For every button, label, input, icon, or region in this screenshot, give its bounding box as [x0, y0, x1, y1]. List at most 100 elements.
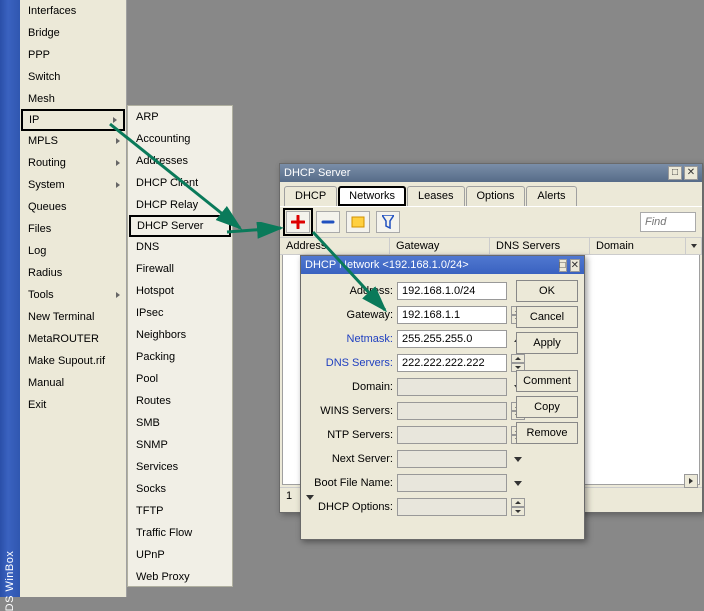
- find-input[interactable]: [641, 216, 695, 228]
- gateway-label: Gateway:: [307, 309, 393, 321]
- menu-item-log[interactable]: Log: [20, 240, 126, 262]
- close-icon[interactable]: ✕: [570, 259, 580, 272]
- submenu-item-neighbors[interactable]: Neighbors: [128, 324, 232, 346]
- dhcp-window-title: DHCP Server: [284, 167, 350, 179]
- cancel-button[interactable]: Cancel: [516, 306, 578, 328]
- dhcp-network-window: DHCP Network <192.168.1.0/24> □ ✕ Addres…: [300, 255, 585, 540]
- next-expand-icon[interactable]: [511, 450, 525, 468]
- minimize-icon[interactable]: □: [668, 166, 682, 180]
- submenu-item-arp[interactable]: ARP: [128, 106, 232, 128]
- next-label: Next Server:: [307, 453, 393, 465]
- apply-button[interactable]: Apply: [516, 332, 578, 354]
- main-menu: InterfacesBridgePPPSwitchMeshIPMPLSRouti…: [20, 0, 127, 597]
- address-field[interactable]: [397, 282, 507, 300]
- menu-item-tools[interactable]: Tools: [20, 284, 126, 306]
- column-domain[interactable]: Domain: [590, 238, 686, 254]
- dns-field[interactable]: [397, 354, 507, 372]
- dhcpopt-stepper[interactable]: [511, 498, 525, 516]
- menu-item-radius[interactable]: Radius: [20, 262, 126, 284]
- submenu-item-snmp[interactable]: SNMP: [128, 434, 232, 456]
- submenu-item-web-proxy[interactable]: Web Proxy: [128, 566, 232, 588]
- net-titlebar[interactable]: DHCP Network <192.168.1.0/24> □ ✕: [301, 256, 584, 274]
- tab-options[interactable]: Options: [466, 186, 526, 206]
- copy-button[interactable]: Copy: [516, 396, 578, 418]
- comment-button[interactable]: Comment: [516, 370, 578, 392]
- wins-field[interactable]: [397, 402, 507, 420]
- wins-label: WINS Servers:: [307, 405, 393, 417]
- submenu-item-tftp[interactable]: TFTP: [128, 500, 232, 522]
- remove-button[interactable]: Remove: [516, 422, 578, 444]
- find-box[interactable]: [640, 212, 696, 232]
- menu-item-mpls[interactable]: MPLS: [20, 130, 126, 152]
- column-address[interactable]: Address: [280, 238, 390, 254]
- dhcp-window-titlebar[interactable]: DHCP Server □ ✕: [280, 164, 702, 182]
- menu-item-routing[interactable]: Routing: [20, 152, 126, 174]
- tab-networks[interactable]: Networks: [338, 186, 406, 206]
- tab-dhcp[interactable]: DHCP: [284, 186, 337, 206]
- close-icon[interactable]: ✕: [684, 166, 698, 180]
- submenu-item-routes[interactable]: Routes: [128, 390, 232, 412]
- tab-alerts[interactable]: Alerts: [526, 186, 576, 206]
- comment-button[interactable]: [346, 211, 370, 233]
- menu-item-interfaces[interactable]: Interfaces: [20, 0, 126, 22]
- menu-item-exit[interactable]: Exit: [20, 394, 126, 416]
- netmask-field[interactable]: [397, 330, 507, 348]
- menu-item-new-terminal[interactable]: New Terminal: [20, 306, 126, 328]
- tab-leases[interactable]: Leases: [407, 186, 464, 206]
- submenu-item-smb[interactable]: SMB: [128, 412, 232, 434]
- menu-item-switch[interactable]: Switch: [20, 66, 126, 88]
- add-button[interactable]: [286, 211, 310, 233]
- dns-label: DNS Servers:: [307, 357, 393, 369]
- menu-item-ppp[interactable]: PPP: [20, 44, 126, 66]
- boot-label: Boot File Name:: [307, 477, 393, 489]
- dhcp-tabs: DHCPNetworksLeasesOptionsAlerts: [280, 182, 702, 206]
- submenu-item-socks[interactable]: Socks: [128, 478, 232, 500]
- submenu-item-ipsec[interactable]: IPsec: [128, 302, 232, 324]
- boot-field[interactable]: [397, 474, 507, 492]
- ok-button[interactable]: OK: [516, 280, 578, 302]
- dhcpopt-label: DHCP Options:: [307, 501, 393, 513]
- menu-item-queues[interactable]: Queues: [20, 196, 126, 218]
- submenu-item-hotspot[interactable]: Hotspot: [128, 280, 232, 302]
- remove-button[interactable]: [316, 211, 340, 233]
- submenu-item-upnp[interactable]: UPnP: [128, 544, 232, 566]
- minimize-icon[interactable]: □: [559, 259, 567, 272]
- boot-arrow-icon[interactable]: [301, 488, 317, 506]
- menu-item-files[interactable]: Files: [20, 218, 126, 240]
- menu-item-metarouter[interactable]: MetaROUTER: [20, 328, 126, 350]
- submenu-item-services[interactable]: Services: [128, 456, 232, 478]
- column-gateway[interactable]: Gateway: [390, 238, 490, 254]
- next-field[interactable]: [397, 450, 507, 468]
- submenu-item-accounting[interactable]: Accounting: [128, 128, 232, 150]
- column-dns[interactable]: DNS Servers: [490, 238, 590, 254]
- submenu-item-addresses[interactable]: Addresses: [128, 150, 232, 172]
- ntp-field[interactable]: [397, 426, 507, 444]
- domain-field[interactable]: [397, 378, 507, 396]
- submenu-item-firewall[interactable]: Firewall: [128, 258, 232, 280]
- dhcp-list-header: Address Gateway DNS Servers Domain: [280, 237, 702, 255]
- column-menu-icon[interactable]: [686, 238, 702, 254]
- submenu-item-dhcp-relay[interactable]: DHCP Relay: [128, 194, 232, 216]
- ip-submenu: ARPAccountingAddressesDHCP ClientDHCP Re…: [127, 105, 233, 587]
- submenu-item-dns[interactable]: DNS: [128, 236, 232, 258]
- gateway-field[interactable]: [397, 306, 507, 324]
- net-buttons: OK Cancel Apply Comment Copy Remove: [516, 280, 578, 444]
- menu-item-make-supout-rif[interactable]: Make Supout.rif: [20, 350, 126, 372]
- submenu-item-pool[interactable]: Pool: [128, 368, 232, 390]
- menu-item-manual[interactable]: Manual: [20, 372, 126, 394]
- menu-item-system[interactable]: System: [20, 174, 126, 196]
- submenu-item-dhcp-client[interactable]: DHCP Client: [128, 172, 232, 194]
- scroll-right-icon[interactable]: [684, 474, 698, 488]
- dhcpopt-field[interactable]: [397, 498, 507, 516]
- submenu-item-dhcp-server[interactable]: DHCP Server: [129, 215, 231, 237]
- net-form: Address: Gateway: Netmask: DNS Servers: …: [301, 274, 535, 524]
- menu-item-bridge[interactable]: Bridge: [20, 22, 126, 44]
- menu-item-ip[interactable]: IP: [21, 109, 125, 131]
- address-label: Address:: [307, 285, 393, 297]
- app-title: DS WinBox: [4, 551, 16, 611]
- submenu-item-packing[interactable]: Packing: [128, 346, 232, 368]
- filter-button[interactable]: [376, 211, 400, 233]
- submenu-item-traffic-flow[interactable]: Traffic Flow: [128, 522, 232, 544]
- menu-item-mesh[interactable]: Mesh: [20, 88, 126, 110]
- boot-expand-icon[interactable]: [511, 474, 525, 492]
